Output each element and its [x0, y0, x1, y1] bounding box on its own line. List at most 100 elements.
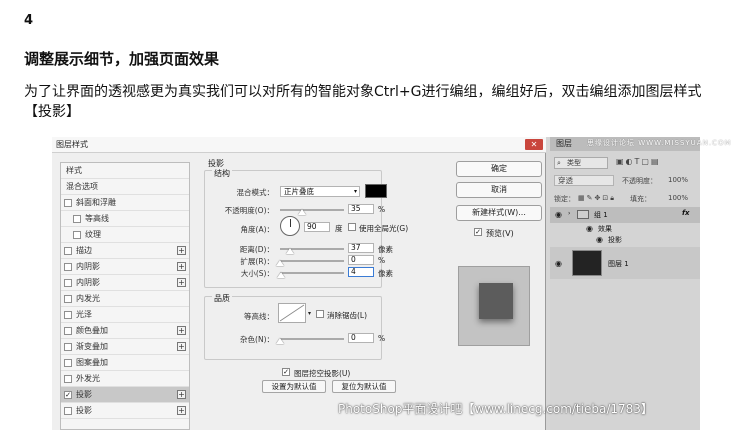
opacity-input[interactable]: 35 [348, 204, 374, 214]
add-style-icon[interactable]: + [177, 278, 186, 287]
style-checkbox[interactable] [73, 215, 81, 223]
opacity-slider-knob[interactable] [298, 209, 307, 215]
style-list-item[interactable]: 内发光 [61, 291, 189, 307]
ok-button[interactable]: 确定 [456, 161, 542, 177]
new-style-button[interactable]: 新建样式(W)... [456, 205, 542, 221]
distance-input[interactable]: 37 [348, 243, 374, 253]
size-slider-knob[interactable] [277, 272, 286, 278]
layer-filter-select[interactable]: ⌕ 类型 [554, 157, 608, 169]
style-list-item[interactable]: 描边 + [61, 243, 189, 259]
fx-icon[interactable]: fx [682, 209, 690, 217]
style-list-item[interactable]: 等高线 [61, 211, 189, 227]
make-default-button[interactable]: 设置为默认值 [262, 380, 326, 393]
filter-icons[interactable]: ▣◐T▢▤ [616, 157, 661, 166]
style-checkbox[interactable] [64, 279, 72, 287]
preview-checkbox[interactable]: ✓ [474, 228, 482, 236]
size-slider-track[interactable] [280, 272, 344, 274]
reset-default-button[interactable]: 复位为默认值 [332, 380, 396, 393]
size-input[interactable]: 4 [348, 267, 374, 277]
style-label: 斜面和浮雕 [76, 198, 116, 207]
style-list-item[interactable]: 内阴影 + [61, 259, 189, 275]
style-list-item[interactable]: 图案叠加 [61, 355, 189, 371]
style-checkbox[interactable] [64, 311, 72, 319]
style-checkbox[interactable] [64, 295, 72, 303]
style-list-item[interactable]: 纹理 [61, 227, 189, 243]
style-list-item[interactable]: ✓ 投影 + [61, 387, 189, 403]
layer-row-layer1[interactable]: ◉ 图层 1 [550, 247, 700, 279]
global-light-checkbox[interactable] [348, 223, 356, 231]
style-label: 投影 [76, 406, 92, 415]
spread-input[interactable]: 0 [348, 255, 374, 265]
style-label: 内阴影 [76, 278, 100, 287]
layer-row-group[interactable]: ◉ › 组 1 fx [550, 207, 700, 223]
spread-slider-track[interactable] [280, 260, 344, 262]
effect-name: 投影 [608, 236, 622, 244]
close-icon[interactable]: ✕ [525, 139, 543, 150]
style-checkbox[interactable] [64, 359, 72, 367]
style-list-item[interactable]: 内阴影 + [61, 275, 189, 291]
style-label: 描边 [76, 246, 92, 255]
style-list-item[interactable]: 样式 [61, 163, 189, 179]
eye-icon[interactable]: ◉ [555, 210, 562, 219]
style-list-item[interactable]: 渐变叠加 + [61, 339, 189, 355]
style-checkbox[interactable] [64, 327, 72, 335]
search-icon: ⌕ [557, 159, 561, 167]
contour-picker[interactable] [278, 303, 306, 323]
add-style-icon[interactable]: + [177, 326, 186, 335]
style-label: 混合选项 [66, 182, 98, 191]
style-list: 样式 混合选项 斜面和浮雕 等高线 纹理 描边 + 内阴影 + 内阴影 + 内发光 光泽 颜色叠加 + 渐变叠… [60, 162, 190, 430]
style-list-item[interactable]: 投影 + [61, 403, 189, 419]
style-checkbox[interactable] [64, 263, 72, 271]
style-label: 外发光 [76, 374, 100, 383]
knockout-checkbox[interactable]: ✓ [282, 368, 290, 376]
layer-name: 组 1 [594, 211, 608, 219]
antialias-checkbox[interactable] [316, 310, 324, 318]
chevron-right-icon[interactable]: › [568, 210, 570, 217]
style-list-item[interactable]: 光泽 [61, 307, 189, 323]
shadow-color-swatch[interactable] [365, 184, 387, 198]
style-list-item[interactable]: 颜色叠加 + [61, 323, 189, 339]
add-style-icon[interactable]: + [177, 390, 186, 399]
fill-value[interactable]: 100% [668, 194, 688, 202]
style-checkbox[interactable] [64, 375, 72, 383]
chevron-down-icon: ▾ [353, 188, 357, 195]
blend-mode-select[interactable]: 正片叠底 ▾ [280, 186, 360, 197]
style-label: 等高线 [85, 214, 109, 223]
lock-icons[interactable]: ▦✎✥⊡🔒︎ [578, 194, 616, 203]
style-checkbox[interactable] [73, 231, 81, 239]
style-checkbox[interactable] [64, 247, 72, 255]
eye-icon[interactable]: ◉ [555, 259, 562, 268]
eye-icon[interactable]: ◉ [596, 235, 603, 244]
add-style-icon[interactable]: + [177, 342, 186, 351]
style-list-item[interactable]: 混合选项 [61, 179, 189, 195]
cancel-button[interactable]: 取消 [456, 182, 542, 198]
spread-slider-knob[interactable] [276, 260, 284, 266]
style-checkbox[interactable] [64, 199, 72, 207]
style-checkbox[interactable]: ✓ [64, 391, 72, 399]
layer-blend-mode-select[interactable]: 穿透 [554, 175, 614, 186]
noise-input[interactable]: 0 [348, 333, 374, 343]
opacity-slider-track[interactable] [280, 209, 344, 211]
layer-row-drop-shadow[interactable]: ◉ 投影 [550, 235, 700, 247]
preview-swatch [479, 283, 513, 319]
eye-icon[interactable]: ◉ [586, 224, 593, 233]
spread-label: 扩展(R)： [240, 257, 274, 266]
fill-label: 填充： [630, 195, 651, 203]
add-style-icon[interactable]: + [177, 246, 186, 255]
knockout-label: 图层挖空投影(U) [294, 369, 351, 378]
add-style-icon[interactable]: + [177, 262, 186, 271]
chevron-down-icon[interactable]: ▾ [308, 310, 311, 317]
noise-slider-track[interactable] [280, 338, 344, 340]
layer-row-effects[interactable]: ◉ 效果 [550, 223, 700, 235]
angle-input[interactable]: 90 [304, 222, 330, 232]
style-checkbox[interactable] [64, 343, 72, 351]
layer-opacity-value[interactable]: 100% [668, 176, 688, 184]
noise-slider-knob[interactable] [276, 338, 284, 344]
add-style-icon[interactable]: + [177, 406, 186, 415]
style-label: 内发光 [76, 294, 100, 303]
angle-dial[interactable] [280, 216, 300, 236]
style-list-item[interactable]: 外发光 [61, 371, 189, 387]
style-list-item[interactable]: 斜面和浮雕 [61, 195, 189, 211]
style-checkbox[interactable] [64, 407, 72, 415]
distance-slider-knob[interactable] [285, 248, 294, 254]
